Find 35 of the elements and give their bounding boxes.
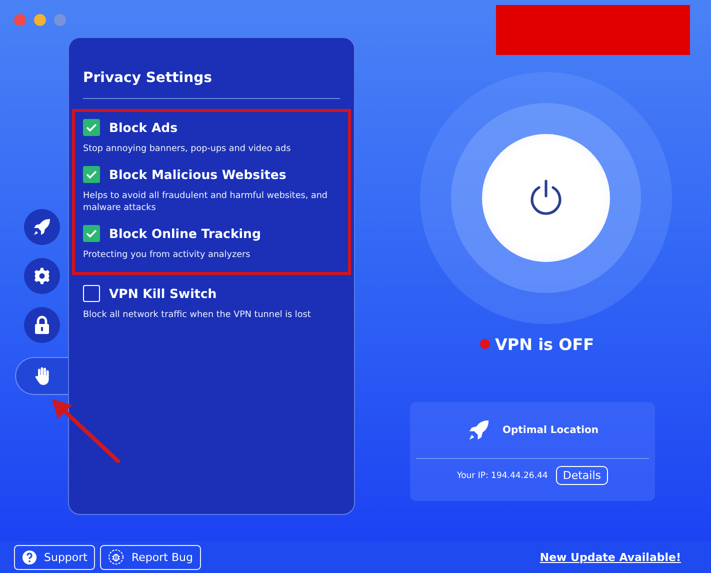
bug-icon [108,549,124,565]
option-description: Block all network traffic when the VPN tunnel is lost [83,309,312,321]
option-label: VPN Kill Switch [109,286,217,300]
details-button[interactable]: Details [556,466,608,485]
lock-icon [34,315,50,335]
help-icon [22,550,37,564]
check-icon [86,170,97,178]
checkbox[interactable] [83,224,100,242]
update-link[interactable]: New Update Available! [540,550,681,564]
rocket-icon [32,217,52,237]
gear-icon [33,267,51,285]
checkbox[interactable] [83,118,100,136]
support-button[interactable]: Support [14,544,96,570]
panel-title: Privacy Settings [83,69,213,88]
report-bug-button[interactable]: Report Bug [100,544,201,570]
power-icon [529,179,563,217]
sidebar-button[interactable] [24,307,60,343]
location-label: Optimal Location [502,424,599,436]
option-description: Stop annoying banners, pop-ups and video ads [83,143,292,155]
option-description: Protecting you from activity analyzers [83,249,252,261]
option-label: Block Malicious Websites [109,166,286,182]
option-description: Helps to avoid all fraudulent and harmful websites, and malware attacks [83,190,329,214]
check-icon [86,122,97,132]
option-label: Block Online Tracking [109,226,261,240]
checkbox[interactable] [83,284,100,302]
option-label: Block Ads [109,120,178,134]
checkbox[interactable] [83,166,100,182]
sidebar-button[interactable] [24,209,60,245]
sidebar-button[interactable] [15,357,68,395]
sidebar-button[interactable] [24,258,60,294]
hand-icon [35,366,51,386]
ip-address: Your IP: 194.44.26.44 [457,470,548,480]
annotation-arrow [50,397,122,465]
status-text: VPN is OFF [495,334,594,354]
check-icon [86,228,97,238]
